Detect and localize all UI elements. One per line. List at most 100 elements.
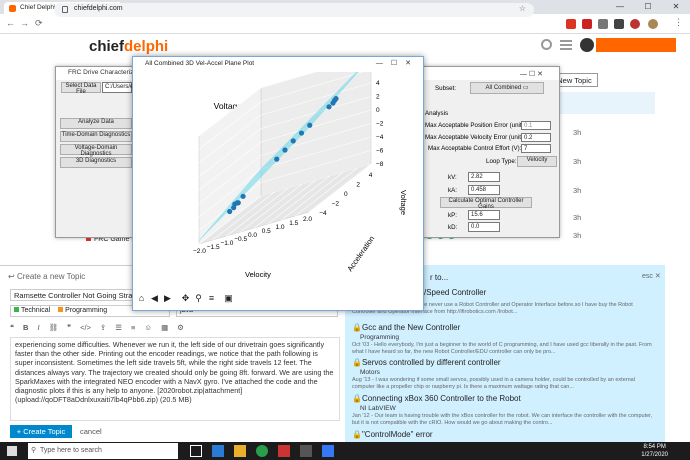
extension-icon[interactable]: [614, 19, 624, 29]
similar-topic-title[interactable]: 🔒Gcc and the New Controller: [352, 323, 460, 332]
numbered-list-icon[interactable]: ≡: [131, 323, 135, 332]
reload-icon[interactable]: ⟳: [35, 18, 43, 29]
similar-topic-title[interactable]: 🔒Servos controlled by different controll…: [352, 358, 501, 367]
data-point: [298, 130, 305, 136]
data-file-path-field[interactable]: C:/Users/e: [102, 82, 133, 93]
back-arrow-icon[interactable]: ←: [6, 18, 15, 28]
bold-icon[interactable]: B: [23, 323, 28, 332]
analyze-data-button[interactable]: Analyze Data: [60, 118, 132, 129]
max-control-effort-input[interactable]: 7: [521, 144, 551, 153]
dropdown-arrow-icon: ▭: [522, 85, 529, 91]
ka-field[interactable]: 0.458: [468, 185, 500, 195]
extension-icon[interactable]: [630, 19, 640, 29]
profile-avatar[interactable]: [648, 19, 658, 29]
site-logo[interactable]: chiefdelphi: [89, 38, 168, 55]
kp-field[interactable]: 15.6: [468, 210, 500, 220]
extension-icon[interactable]: [598, 19, 608, 29]
home-icon[interactable]: ⌂: [136, 293, 147, 304]
hamburger-menu-icon[interactable]: [560, 40, 572, 50]
create-topic-icon: ↩: [8, 272, 17, 281]
max-position-error-input[interactable]: 0.1: [521, 121, 551, 130]
save-icon[interactable]: ▣: [223, 293, 234, 304]
address-bar[interactable]: chiefdelphi.com ☆: [54, 3, 534, 17]
editor-toolbar: ❝ B I ⛓ ❞ </> ⇪ ☰ ≡ ☺ ▦ ⚙: [10, 323, 340, 337]
forward-arrow-icon[interactable]: →: [20, 18, 29, 28]
voltage-domain-diagnostics-button[interactable]: Voltage-Domain Diagnostics: [60, 144, 132, 157]
z-tick-label: 2: [376, 94, 380, 101]
cancel-link[interactable]: cancel: [80, 427, 102, 436]
link-icon[interactable]: ⛓: [49, 323, 59, 332]
calculate-gains-button[interactable]: Calculate Optimal Controller Gains: [440, 197, 532, 210]
minimize-button[interactable]: —: [606, 0, 634, 14]
frc-window-controls[interactable]: — ☐ ✕: [520, 70, 543, 78]
zoom-icon[interactable]: ⚲: [193, 293, 204, 304]
emoji-icon[interactable]: ☺: [144, 323, 152, 332]
analysis-group-label: Analysis: [425, 110, 449, 117]
configure-subplots-icon[interactable]: ≡: [206, 293, 217, 304]
file-explorer-icon[interactable]: [234, 445, 246, 457]
create-topic-button[interactable]: + Create Topic: [10, 425, 72, 438]
kd-field[interactable]: 0.0: [468, 222, 500, 232]
search-icon[interactable]: [541, 39, 552, 50]
code-icon[interactable]: </>: [80, 323, 91, 332]
z-tick-label: −2: [376, 121, 384, 128]
bookmark-star-icon[interactable]: ☆: [519, 4, 526, 13]
max-velocity-error-input[interactable]: 0.2: [521, 133, 551, 142]
max-control-effort-label: Max Acceptable Control Effort (V):: [428, 145, 522, 152]
maximize-button[interactable]: ☐: [634, 0, 662, 14]
pan-icon[interactable]: ✥: [180, 293, 191, 304]
url-text: chiefdelphi.com: [74, 5, 123, 12]
taskbar-search[interactable]: ⚲ Type here to search: [28, 443, 178, 459]
user-avatar[interactable]: [580, 38, 594, 52]
topic-activity: 3h: [573, 186, 582, 195]
lock-icon: 🔒: [352, 394, 362, 403]
upload-icon[interactable]: ⇪: [100, 323, 106, 332]
data-point: [290, 138, 296, 144]
x-tick-label: −1.5: [207, 244, 220, 251]
kv-field[interactable]: 2.82: [468, 172, 500, 182]
subset-dropdown[interactable]: All Combined ▭: [470, 82, 544, 94]
date-icon[interactable]: ▦: [161, 323, 168, 332]
similar-topic-category: Programming: [360, 334, 400, 341]
similar-topic-title[interactable]: 🔒"ControlMode" error: [352, 430, 433, 439]
select-data-file-button[interactable]: Select Data File: [61, 82, 101, 95]
quote-icon[interactable]: ❝: [10, 323, 14, 332]
subset-label: Subset:: [435, 85, 456, 92]
plot-window-controls[interactable]: —☐✕: [376, 59, 419, 67]
post-body-editor[interactable]: experiencing some difficulties. Whenever…: [10, 337, 340, 421]
y-tick-label: 0: [344, 191, 348, 198]
extension-icon[interactable]: [582, 19, 592, 29]
kp-label: kP:: [448, 212, 457, 219]
header-accent: [596, 38, 676, 52]
highlighted-topic-row: [560, 92, 655, 114]
python-icon[interactable]: [322, 445, 334, 457]
similar-topic-title[interactable]: 🔒Connecting xBox 360 Controller to the R…: [352, 394, 521, 403]
bullet-list-icon[interactable]: ☰: [115, 323, 122, 332]
system-clock[interactable]: 8:54 PM 1/27/2020: [641, 443, 668, 459]
italic-icon[interactable]: I: [37, 323, 39, 332]
chrome-icon[interactable]: [256, 445, 268, 457]
time-domain-diagnostics-button[interactable]: Time-Domain Diagnostics: [60, 131, 132, 142]
taskbar-app-icon[interactable]: [300, 445, 312, 457]
close-button[interactable]: ✕: [662, 0, 690, 14]
forward-icon[interactable]: ▶: [162, 293, 173, 304]
3d-scatter-plot[interactable]: Voltage vs velocity and acceleration −2.…: [133, 72, 423, 292]
window-controls: — ☐ ✕: [606, 0, 690, 14]
3d-diagnostics-button[interactable]: 3D Diagnostics: [60, 157, 132, 168]
similar-close-button[interactable]: esc ✕: [642, 272, 661, 280]
lock-icon: 🔒: [352, 430, 362, 439]
category-color-icon: [14, 307, 19, 312]
back-icon[interactable]: ◀: [149, 293, 160, 304]
loop-type-dropdown[interactable]: Velocity: [517, 156, 557, 167]
gear-icon[interactable]: ⚙: [177, 323, 184, 332]
menu-kebab-icon[interactable]: ⋮: [674, 17, 683, 28]
max-position-error-label: Max Acceptable Position Error (units):: [425, 122, 529, 129]
blockquote-icon[interactable]: ❞: [67, 323, 71, 332]
taskbar-app-icon[interactable]: [212, 445, 224, 457]
data-point: [232, 201, 238, 207]
task-view-icon[interactable]: [190, 445, 202, 457]
taskbar-app-icon[interactable]: [278, 445, 290, 457]
extension-icon[interactable]: [566, 19, 576, 29]
windows-start-icon[interactable]: [7, 446, 17, 456]
similar-topic-title[interactable]: /Speed Controller: [424, 288, 486, 297]
